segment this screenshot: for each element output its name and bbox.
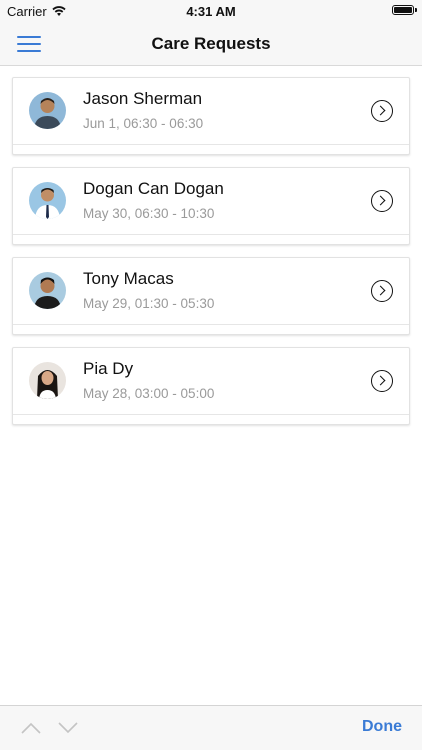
navigation-bar: Care Requests [0,22,422,66]
card-divider [13,234,409,235]
avatar-icon [29,182,66,219]
avatar-icon [29,272,66,309]
avatar-icon [29,92,66,129]
chevron-down-icon[interactable] [58,722,78,734]
page-title: Care Requests [151,34,271,53]
care-request-list: Jason Sherman Jun 1, 06:30 - 06:30 Dogan… [12,77,410,437]
battery-icon [392,5,417,15]
done-button[interactable]: Done [362,718,402,736]
requester-name: Pia Dy [83,359,134,378]
chevron-up-icon[interactable] [21,722,41,734]
keyboard-accessory-toolbar: Done [0,705,422,750]
status-bar: Carrier 4:31 AM [0,0,422,22]
chevron-right-icon[interactable] [371,280,393,302]
chevron-right-icon[interactable] [371,100,393,122]
status-time: 4:31 AM [186,4,236,19]
request-time: Jun 1, 06:30 - 06:30 [83,116,204,131]
request-time: May 28, 03:00 - 05:00 [83,386,215,401]
avatar-icon [29,362,66,399]
card-divider [13,144,409,145]
requester-name: Jason Sherman [83,89,203,108]
request-time: May 30, 06:30 - 10:30 [83,206,215,221]
chevron-right-icon[interactable] [371,370,393,392]
request-card[interactable]: Dogan Can Dogan May 30, 06:30 - 10:30 [12,167,410,245]
requester-name: Tony Macas [83,269,174,288]
request-card[interactable]: Jason Sherman Jun 1, 06:30 - 06:30 [12,77,410,155]
request-time: May 29, 01:30 - 05:30 [83,296,215,311]
requester-name: Dogan Can Dogan [83,179,224,198]
chevron-right-icon[interactable] [371,190,393,212]
card-divider [13,324,409,325]
request-card[interactable]: Tony Macas May 29, 01:30 - 05:30 [12,257,410,335]
card-divider [13,414,409,415]
request-card[interactable]: Pia Dy May 28, 03:00 - 05:00 [12,347,410,425]
